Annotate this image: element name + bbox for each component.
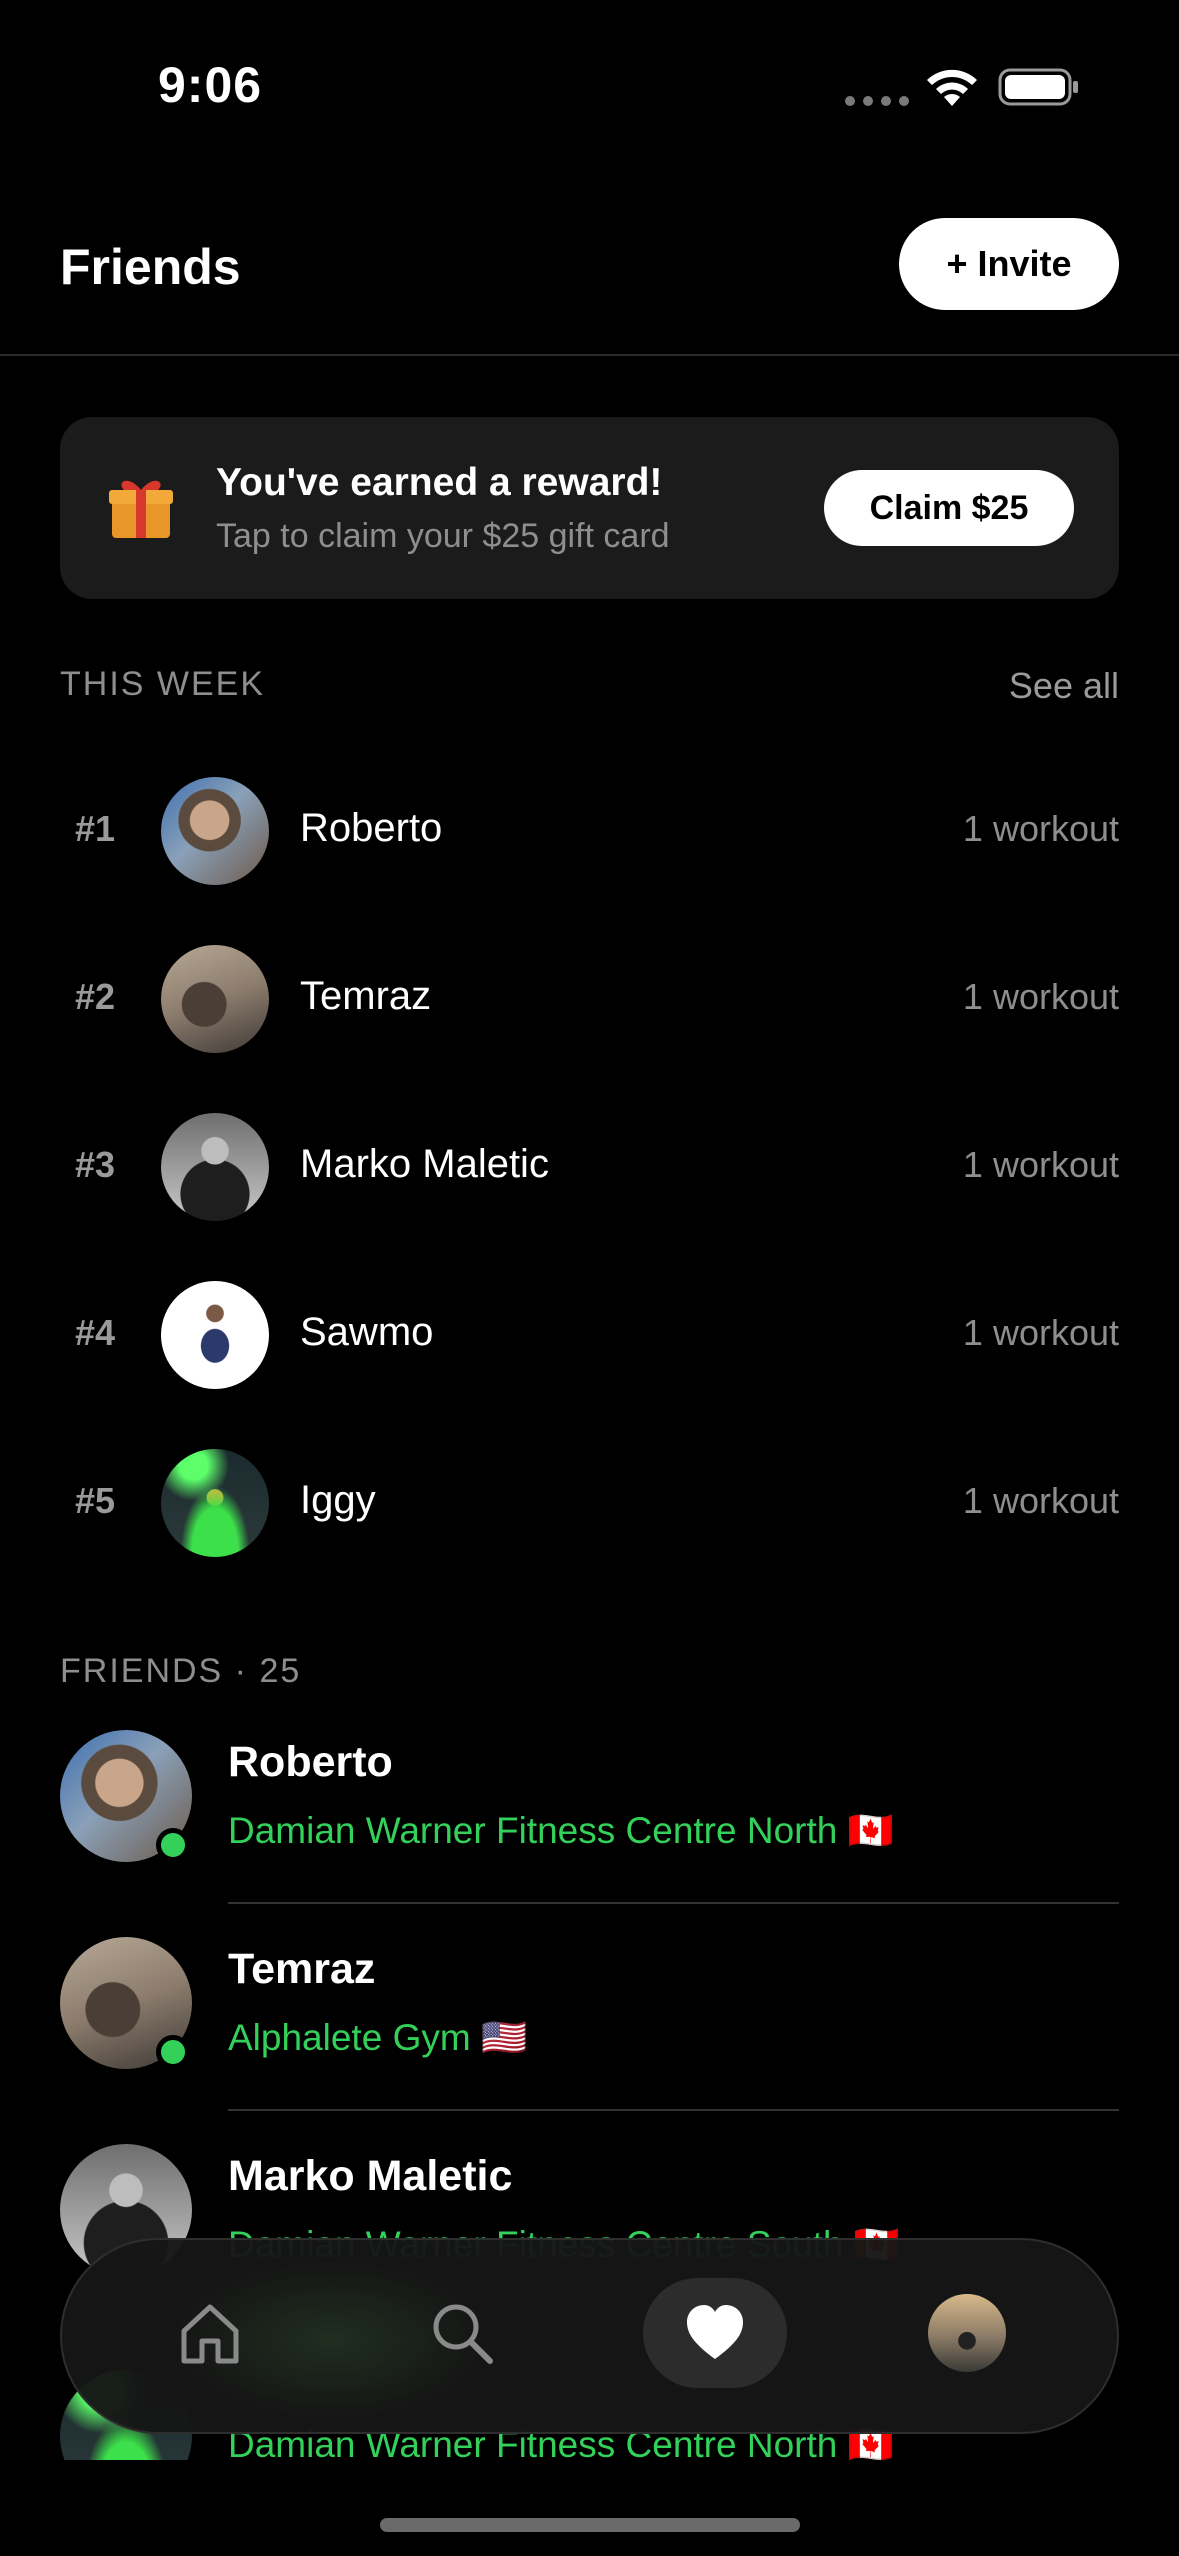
- avatar: [161, 1113, 269, 1221]
- leaderboard-row[interactable]: #2 Temraz 1 workout: [0, 916, 1179, 1084]
- workout-count: 1 workout: [962, 976, 1119, 1017]
- rank-label: #4: [74, 1312, 116, 1353]
- tab-search[interactable]: [390, 2278, 534, 2388]
- friend-name: Sawmo: [300, 1310, 434, 1354]
- page-title: Friends: [60, 239, 241, 295]
- friend-gym: Damian Warner Fitness Centre North 🇨🇦: [228, 1810, 894, 1851]
- friend-name: Marko Maletic: [300, 1142, 549, 1186]
- friend-name: Roberto: [228, 1738, 393, 1786]
- leaderboard-row[interactable]: #5 Iggy 1 workout: [0, 1420, 1179, 1588]
- see-all-link[interactable]: See all: [1009, 665, 1119, 707]
- online-status-dot: [156, 2035, 190, 2069]
- search-icon: [433, 2304, 493, 2364]
- friend-name: Temraz: [228, 1945, 376, 1993]
- friends-heading: FRIENDS · 25: [60, 1652, 302, 1690]
- status-time: 9:06: [158, 57, 263, 113]
- tab-friends[interactable]: [643, 2278, 787, 2388]
- heart-icon: [687, 2305, 743, 2359]
- reward-title: You've earned a reward!: [216, 461, 663, 504]
- online-status-dot: [156, 1828, 190, 1862]
- invite-button[interactable]: + Invite: [899, 218, 1119, 310]
- friend-gym: Alphalete Gym 🇺🇸: [228, 2017, 528, 2058]
- home-indicator: [380, 2518, 800, 2532]
- rank-label: #5: [74, 1480, 116, 1521]
- leaderboard-row[interactable]: #4 Sawmo 1 workout: [0, 1252, 1179, 1420]
- reward-card[interactable]: You've earned a reward! Tap to claim you…: [60, 417, 1119, 599]
- wifi-icon: [927, 69, 977, 106]
- cellular-signal-icon: [845, 96, 909, 106]
- status-bar: 9:06: [0, 0, 1179, 170]
- friend-list-item[interactable]: Temraz Alphalete Gym 🇺🇸: [0, 1937, 1179, 2144]
- workout-count: 1 workout: [962, 1144, 1119, 1185]
- leaderboard-row[interactable]: #1 Roberto 1 workout: [0, 748, 1179, 916]
- friend-name: Roberto: [300, 806, 443, 850]
- avatar: [161, 945, 269, 1053]
- tab-home[interactable]: [138, 2278, 282, 2388]
- rank-label: #1: [74, 808, 116, 849]
- avatar: [161, 777, 269, 885]
- friend-name: Marko Maletic: [228, 2152, 513, 2200]
- reward-subtitle: Tap to claim your $25 gift card: [216, 517, 670, 555]
- battery-icon: [998, 68, 1078, 106]
- workout-count: 1 workout: [962, 808, 1119, 849]
- avatar: [161, 1449, 269, 1557]
- leaderboard-row[interactable]: #3 Marko Maletic 1 workout: [0, 1084, 1179, 1252]
- divider: [228, 1902, 1119, 1904]
- avatar: [928, 2294, 1006, 2372]
- avatar: [161, 1281, 269, 1389]
- friend-name: Temraz: [300, 974, 432, 1018]
- this-week-heading: THIS WEEK: [60, 665, 266, 703]
- rank-label: #2: [74, 976, 116, 1017]
- claim-reward-button[interactable]: Claim $25: [824, 470, 1074, 546]
- tab-profile[interactable]: [895, 2278, 1039, 2388]
- page-header: Friends + Invite: [0, 200, 1179, 356]
- gift-icon: [109, 480, 173, 538]
- workout-count: 1 workout: [962, 1480, 1119, 1521]
- friend-name: Iggy: [300, 1478, 376, 1522]
- workout-count: 1 workout: [962, 1312, 1119, 1353]
- home-icon: [181, 2304, 239, 2364]
- tab-bar: [60, 2238, 1119, 2434]
- rank-label: #3: [74, 1144, 116, 1185]
- friend-list-item[interactable]: Roberto Damian Warner Fitness Centre Nor…: [0, 1730, 1179, 1937]
- divider: [228, 2109, 1119, 2111]
